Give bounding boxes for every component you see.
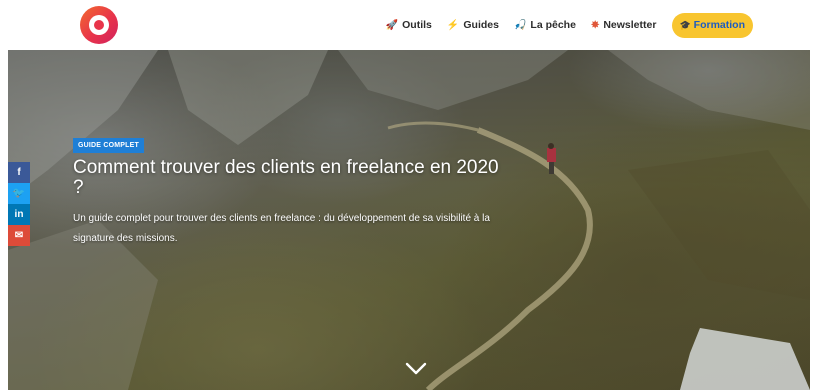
nav-item-newsletter[interactable]: ✸ Newsletter <box>591 19 657 31</box>
nav-item-label: Guides <box>463 19 499 31</box>
page-title: Comment trouver des clients en freelance… <box>73 157 499 198</box>
page-subtitle: Un guide complet pour trouver des client… <box>73 213 490 244</box>
main-nav: 🚀 Outils ⚡ Guides 🎣 La pêche ✸ Newslette… <box>371 12 753 38</box>
nav-item-outils[interactable]: 🚀 Outils <box>386 19 432 31</box>
email-icon: ✉ <box>14 230 24 241</box>
email-share-button[interactable]: ✉ <box>8 225 30 246</box>
facebook-share-button[interactable]: f <box>8 162 30 183</box>
fish-icon: 🎣 <box>513 19 527 31</box>
formation-button[interactable]: 🎓 Formation <box>672 12 753 38</box>
lightning-icon: ⚡ <box>446 19 460 31</box>
chevron-down-icon[interactable] <box>405 362 427 376</box>
graduation-cap-icon: 🎓 <box>679 19 691 30</box>
hero-banner: GUIDE COMPLET Comment trouver des client… <box>8 50 810 390</box>
rocket-icon: 🚀 <box>385 19 399 31</box>
nav-item-label: Outils <box>402 19 432 31</box>
snow-patch <box>680 328 810 390</box>
linkedin-icon: in <box>14 209 24 220</box>
facebook-icon: f <box>17 167 21 178</box>
site-header: 🚀 Outils ⚡ Guides 🎣 La pêche ✸ Newslette… <box>0 0 819 50</box>
nav-item-guides[interactable]: ⚡ Guides <box>447 19 499 31</box>
twitter-share-button[interactable]: 🐦 <box>8 183 30 204</box>
nav-item-label: Newsletter <box>603 19 657 31</box>
formation-button-label: Formation <box>693 19 745 31</box>
linkedin-share-button[interactable]: in <box>8 204 30 225</box>
social-share-bar: f 🐦 in ✉ <box>8 162 30 246</box>
category-badge[interactable]: GUIDE COMPLET <box>73 138 144 153</box>
site-logo[interactable] <box>80 6 118 44</box>
newspaper-icon: ✸ <box>590 19 600 31</box>
twitter-icon: 🐦 <box>12 188 26 199</box>
nav-item-label: La pêche <box>530 19 576 31</box>
nav-item-la-peche[interactable]: 🎣 La pêche <box>514 19 576 31</box>
